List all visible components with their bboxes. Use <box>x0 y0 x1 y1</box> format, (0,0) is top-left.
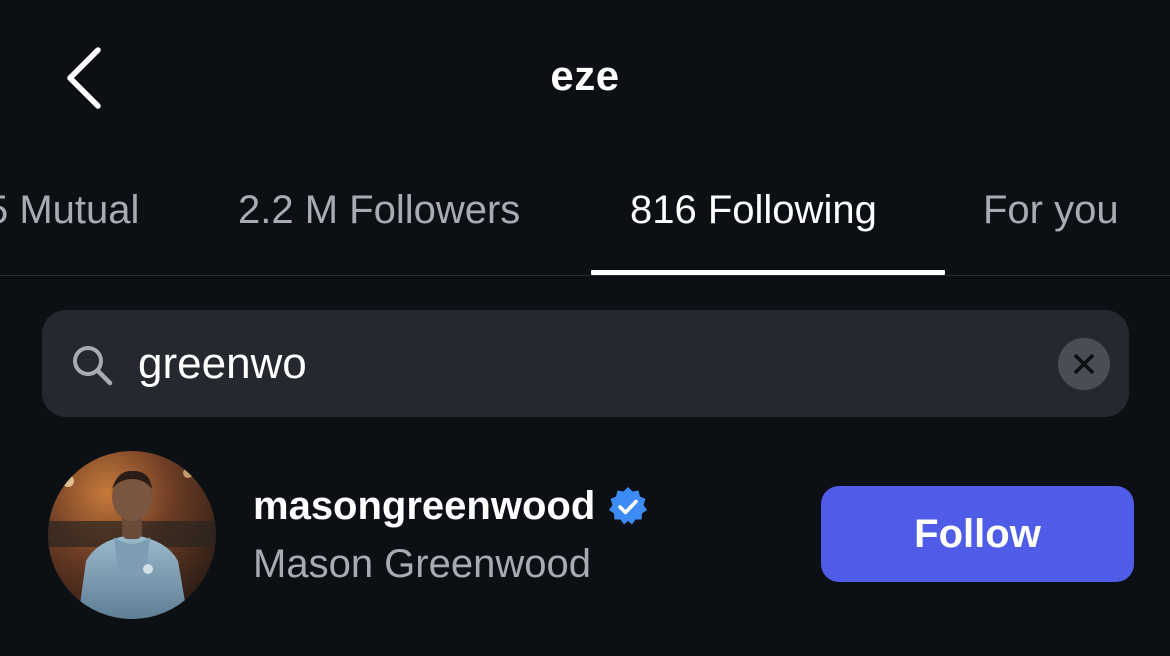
profile-photo <box>48 451 216 619</box>
verified-badge-icon <box>609 486 648 524</box>
search-icon <box>73 346 113 386</box>
active-tab-indicator <box>591 270 945 275</box>
avatar[interactable] <box>48 451 216 619</box>
username-line: masongreenwood <box>253 484 649 529</box>
follow-button[interactable]: Follow <box>821 486 1134 582</box>
tab-for-you[interactable]: For you <box>983 188 1119 233</box>
search-input[interactable] <box>138 310 1038 417</box>
list-item[interactable]: masongreenwood Mason Greenwood Follow <box>0 448 1170 620</box>
clear-icon <box>1074 354 1094 374</box>
tab-bar: 5 Mutual 2.2 M Followers 816 Following F… <box>0 160 1170 276</box>
page-title: eze <box>550 52 620 99</box>
tab-following[interactable]: 816 Following <box>630 188 877 233</box>
tab-mutual[interactable]: 5 Mutual <box>0 188 139 233</box>
username: masongreenwood <box>253 484 596 528</box>
display-name: Mason Greenwood <box>253 542 591 586</box>
clear-search-button[interactable] <box>1058 338 1110 390</box>
following-screen: eze 5 Mutual 2.2 M Followers 816 Followi… <box>0 0 1170 656</box>
tab-followers[interactable]: 2.2 M Followers <box>238 188 520 233</box>
search-bar <box>42 310 1129 417</box>
